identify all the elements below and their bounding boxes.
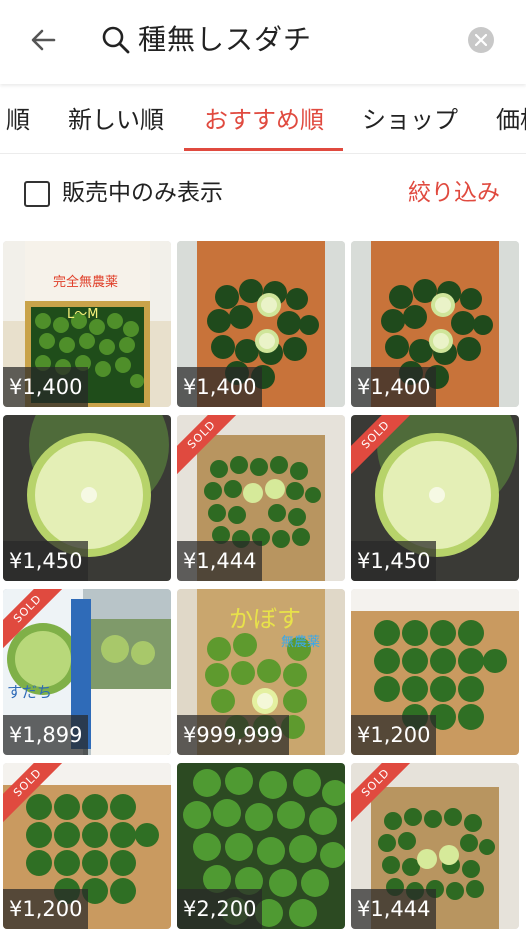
price-tag: ¥999,999 [177, 715, 290, 755]
on-sale-only-label[interactable]: 販売中のみ表示 [62, 176, 223, 210]
price-tag: ¥1,400 [3, 367, 89, 407]
product-card[interactable]: ¥1,450 [3, 415, 171, 581]
active-tab-indicator [184, 148, 343, 151]
refine-button[interactable]: 絞り込み [408, 176, 500, 210]
product-card[interactable]: すだち SOLD ¥1,899 [3, 589, 171, 755]
price-tag: ¥1,899 [3, 715, 89, 755]
search-query[interactable]: 種無しスダチ [138, 20, 312, 60]
sort-tabs: 順 新しい順 おすすめ順 ショップ 価格 [0, 92, 526, 154]
price-tag: ¥1,200 [351, 715, 437, 755]
sold-badge: SOLD [351, 763, 411, 823]
product-card[interactable]: ¥1,200 [351, 589, 519, 755]
tab-newest[interactable]: 新しい順 [68, 102, 164, 138]
sold-badge: SOLD [3, 589, 63, 649]
photo-caption: L〜M [67, 307, 99, 322]
tab-shop[interactable]: ショップ [362, 102, 458, 138]
product-card[interactable]: ¥1,400 [177, 241, 345, 407]
photo-caption: 無農薬 [281, 635, 321, 650]
product-card[interactable]: 完全無農薬 L〜M ¥1,400 [3, 241, 171, 407]
tab-price-order[interactable]: 順 [6, 102, 30, 138]
search-header: 種無しスダチ [0, 0, 526, 84]
sold-badge: SOLD [351, 415, 411, 475]
price-tag: ¥1,444 [351, 889, 437, 929]
clear-icon[interactable] [468, 27, 494, 53]
sold-badge: SOLD [177, 415, 237, 475]
product-card[interactable]: かぼす 無農薬 ¥999,999 [177, 589, 345, 755]
on-sale-only-checkbox[interactable] [24, 181, 50, 207]
sold-badge: SOLD [3, 763, 63, 823]
price-tag: ¥1,200 [3, 889, 89, 929]
product-card[interactable]: ¥1,400 [351, 241, 519, 407]
photo-caption: すだち [7, 683, 53, 701]
price-tag: ¥1,400 [351, 367, 437, 407]
price-tag: ¥1,450 [351, 541, 437, 581]
product-card[interactable]: SOLD ¥1,444 [351, 763, 519, 929]
photo-caption: 完全無農薬 [53, 275, 119, 290]
price-tag: ¥2,200 [177, 889, 263, 929]
filter-bar: 販売中のみ表示 絞り込み [0, 170, 526, 220]
product-card[interactable]: SOLD ¥1,450 [351, 415, 519, 581]
back-arrow-icon[interactable] [28, 24, 60, 56]
price-tag: ¥1,450 [3, 541, 89, 581]
product-card[interactable]: SOLD ¥1,200 [3, 763, 171, 929]
product-card[interactable]: SOLD ¥1,444 [177, 415, 345, 581]
tab-recommended[interactable]: おすすめ順 [204, 102, 324, 138]
search-icon [100, 24, 132, 56]
price-tag: ¥1,400 [177, 367, 263, 407]
tab-price[interactable]: 価格 [496, 102, 526, 138]
photo-caption: かぼす [229, 605, 301, 633]
price-tag: ¥1,444 [177, 541, 263, 581]
product-card[interactable]: ¥2,200 [177, 763, 345, 929]
